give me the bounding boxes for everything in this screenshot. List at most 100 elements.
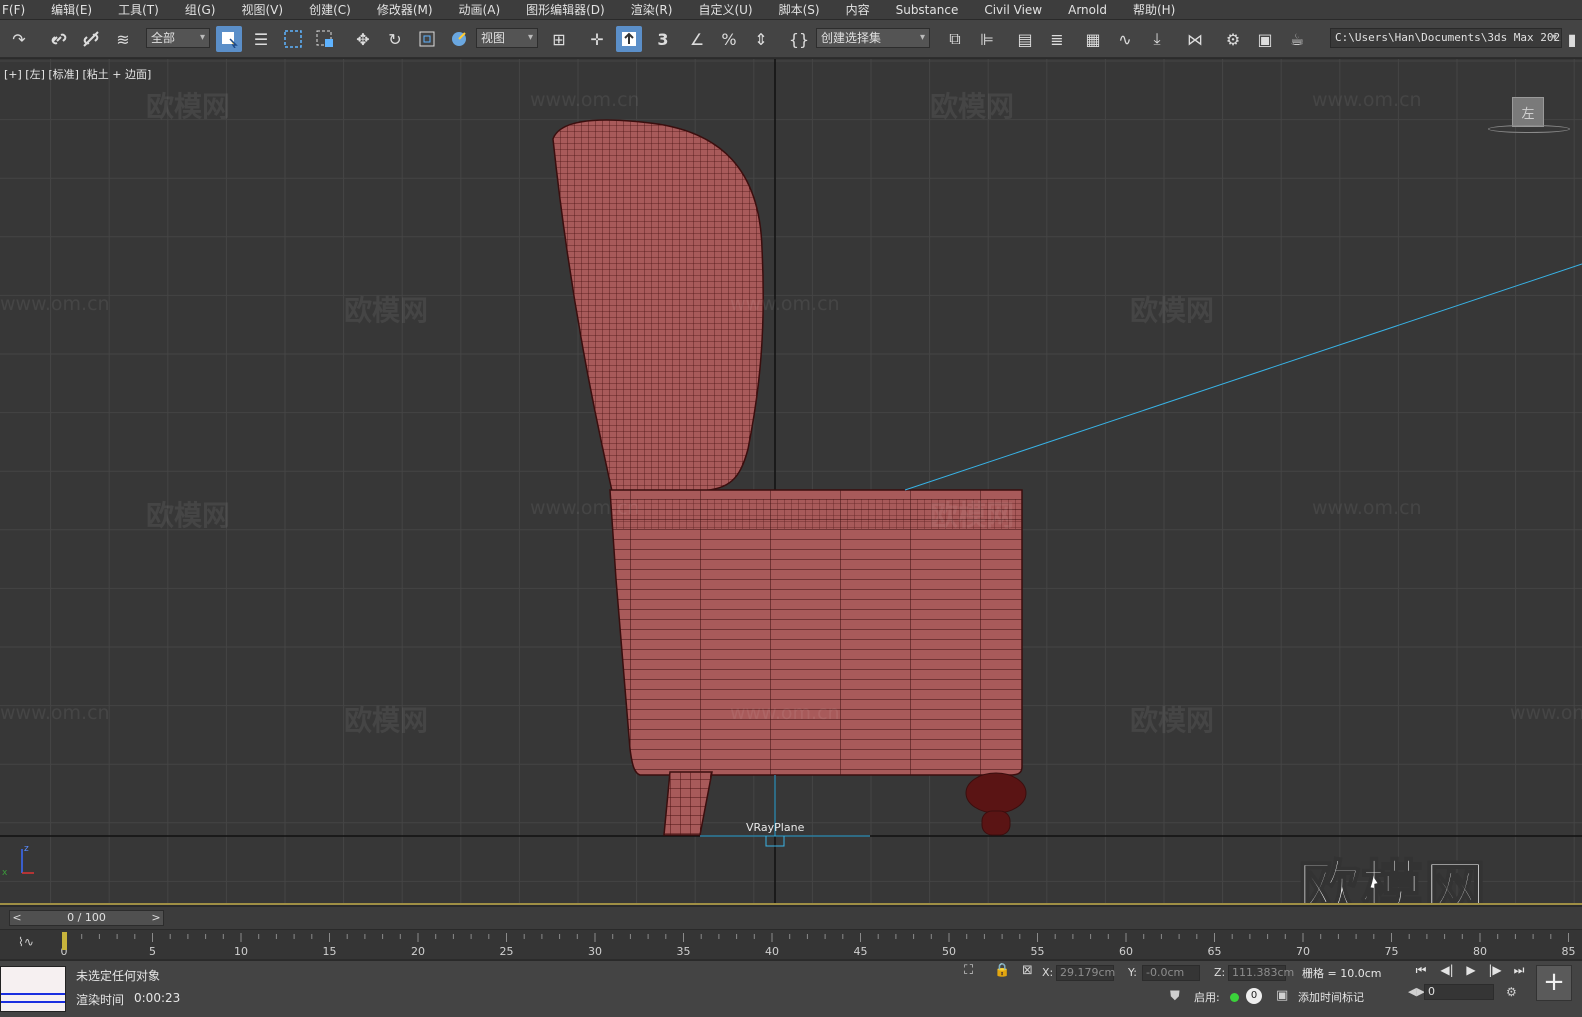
- play-icon[interactable]: ▶: [1460, 963, 1482, 977]
- menu-item[interactable]: 渲染(R): [631, 1, 673, 18]
- time-slider[interactable]: < 0 / 100 >: [9, 910, 164, 926]
- adaptive-degradation-icon[interactable]: ⛊: [1170, 989, 1180, 1004]
- menu-item[interactable]: 内容: [846, 1, 870, 18]
- selection-filter-dropdown[interactable]: 全部: [146, 28, 210, 48]
- viewcube-ring[interactable]: [1488, 125, 1570, 133]
- align-icon[interactable]: ⊫: [974, 26, 1000, 52]
- pivot-center-icon[interactable]: ⊞: [546, 26, 572, 52]
- viewport-canvas[interactable]: z x: [0, 59, 1582, 905]
- spinner-snap-icon[interactable]: ⇕: [748, 26, 774, 52]
- render-production-icon[interactable]: ☕: [1284, 26, 1310, 52]
- bind-spacewarp-icon[interactable]: ≋: [110, 26, 136, 52]
- enable-label: 启用:: [1194, 991, 1220, 1004]
- time-tag-icon[interactable]: ▣: [1276, 988, 1288, 1003]
- redo-icon[interactable]: ↷: [6, 26, 32, 52]
- time-configuration-icon[interactable]: ⚙: [1506, 985, 1517, 999]
- chair-back-leg[interactable]: [965, 772, 1027, 836]
- snaps-toggle-icon[interactable]: 3: [650, 26, 676, 52]
- menu-item[interactable]: 工具(T): [118, 1, 159, 18]
- ribbon-toggle-icon[interactable]: ▦: [1080, 26, 1106, 52]
- percent-snap-icon[interactable]: %: [716, 26, 742, 52]
- isolate-selection-icon[interactable]: ⛶: [964, 963, 973, 978]
- edit-named-selection-icon[interactable]: {}: [786, 26, 812, 52]
- menu-item[interactable]: 帮助(H): [1133, 1, 1175, 18]
- unlink-icon[interactable]: [78, 26, 104, 52]
- render-time-value: 0:00:23: [134, 991, 181, 1005]
- track-tick-label: 75: [1385, 945, 1399, 958]
- key-mode-toggle-icon[interactable]: ◀▶: [1408, 985, 1425, 998]
- track-tick-label: 70: [1296, 945, 1310, 958]
- selection-lock-icon[interactable]: 🔒: [994, 963, 1010, 978]
- track-tick-label: 40: [765, 945, 779, 958]
- viewcube[interactable]: 左: [1512, 97, 1544, 127]
- select-object-icon[interactable]: [216, 26, 242, 52]
- angle-snap-icon[interactable]: ∠: [684, 26, 710, 52]
- project-folder-path[interactable]: C:\Users\Han\Documents\3ds Max 2022: [1330, 28, 1562, 48]
- watermark: 欧模网: [1130, 704, 1215, 737]
- rectangular-selection-icon[interactable]: [280, 26, 306, 52]
- toolbar-overflow-icon[interactable]: ▮: [1564, 26, 1580, 52]
- window-crossing-icon[interactable]: [312, 26, 338, 52]
- menu-item[interactable]: 动画(A): [459, 1, 501, 18]
- chair-front-leg[interactable]: [663, 771, 713, 836]
- mirror-icon[interactable]: ⧉: [942, 26, 968, 52]
- menu-item[interactable]: 图形编辑器(D): [526, 1, 605, 18]
- menu-item[interactable]: Substance: [896, 3, 959, 17]
- go-to-start-icon[interactable]: ⏮: [1410, 963, 1432, 978]
- add-time-tag[interactable]: 添加时间标记: [1298, 989, 1364, 1005]
- track-bar[interactable]: ⌇∿ 0 5 10 15 20 25 30 35 40 45 50 55 60 65 70 75 80 85: [0, 929, 1582, 959]
- render-setup-icon[interactable]: ⚙: [1220, 26, 1246, 52]
- next-frame-icon[interactable]: |▶: [1484, 963, 1506, 977]
- enable-count[interactable]: 0: [1246, 988, 1262, 1004]
- named-selection-dropdown[interactable]: 创建选择集: [816, 28, 930, 48]
- scene-explorer-icon[interactable]: ▤: [1012, 26, 1038, 52]
- watermark: www.om.cn: [530, 497, 640, 519]
- menu-item[interactable]: 修改器(M): [377, 1, 433, 18]
- z-coord-field[interactable]: 111.383cm: [1228, 965, 1294, 981]
- reference-coordinate-dropdown[interactable]: 视图: [476, 28, 538, 48]
- menu-item[interactable]: 编辑(E): [51, 1, 92, 18]
- track-tick-label: 50: [942, 945, 956, 958]
- schematic-view-icon[interactable]: ⋈: [1182, 26, 1208, 52]
- link-icon[interactable]: [46, 26, 72, 52]
- watermark: www.om.cn: [730, 702, 840, 724]
- current-time-marker[interactable]: [62, 932, 67, 950]
- select-manipulate-icon[interactable]: ✛: [584, 26, 610, 52]
- watermark: 欧模网: [930, 90, 1015, 123]
- menu-item[interactable]: 自定义(U): [698, 1, 752, 18]
- absolute-mode-icon[interactable]: ⊠: [1022, 963, 1033, 978]
- scale-icon[interactable]: [414, 26, 440, 52]
- watermark: www.om.cn: [1312, 497, 1422, 519]
- layer-explorer-icon[interactable]: ≣: [1044, 26, 1070, 52]
- watermark: www.om.cn: [0, 293, 110, 315]
- viewport-label-menu[interactable]: [+] [左] [标准] [粘土 + 边面]: [4, 66, 151, 82]
- left-viewport[interactable]: z x [+] [左] [标准] [粘土 + 边面] 欧模网 www.om.cn…: [0, 59, 1582, 905]
- current-frame-field[interactable]: 0: [1424, 984, 1494, 1000]
- menu-item[interactable]: Civil View: [984, 3, 1042, 17]
- menu-item[interactable]: 视图(V): [242, 1, 284, 18]
- go-to-end-icon[interactable]: ⏭: [1508, 963, 1530, 978]
- add-button[interactable]: +: [1536, 965, 1572, 1001]
- maxscript-listener-mini[interactable]: [0, 966, 66, 1012]
- menu-item[interactable]: 脚本(S): [779, 1, 820, 18]
- menu-item[interactable]: Arnold: [1068, 3, 1107, 17]
- select-by-name-icon[interactable]: ☰: [248, 26, 274, 52]
- rotate-icon[interactable]: ↻: [382, 26, 408, 52]
- curve-editor-icon[interactable]: ∿: [1112, 26, 1138, 52]
- time-slider-next-button[interactable]: >: [149, 911, 163, 925]
- x-coord-field[interactable]: 29.179cm: [1056, 965, 1115, 981]
- y-coord-field[interactable]: -0.0cm: [1142, 965, 1200, 981]
- menu-item[interactable]: 组(G): [185, 1, 216, 18]
- time-slider-prev-button[interactable]: <: [10, 911, 24, 925]
- previous-frame-icon[interactable]: ◀|: [1436, 963, 1458, 977]
- keyboard-shortcut-toggle-icon[interactable]: [616, 26, 642, 52]
- placement-icon[interactable]: [446, 26, 472, 52]
- rendered-frame-window-icon[interactable]: ▣: [1252, 26, 1278, 52]
- menu-item[interactable]: F(F): [2, 3, 25, 17]
- track-ruler[interactable]: 0 5 10 15 20 25 30 35 40 45 50 55 60 65 70 75 80 85: [0, 930, 1582, 960]
- menu-item[interactable]: 创建(C): [309, 1, 351, 18]
- move-icon[interactable]: ✥: [350, 26, 376, 52]
- menu-bar: F(F) 编辑(E) 工具(T) 组(G) 视图(V) 创建(C) 修改器(M) 动画(A) 图…: [0, 0, 1582, 20]
- dope-sheet-icon[interactable]: ⤓: [1144, 26, 1170, 52]
- track-tick-label: 80: [1473, 945, 1487, 958]
